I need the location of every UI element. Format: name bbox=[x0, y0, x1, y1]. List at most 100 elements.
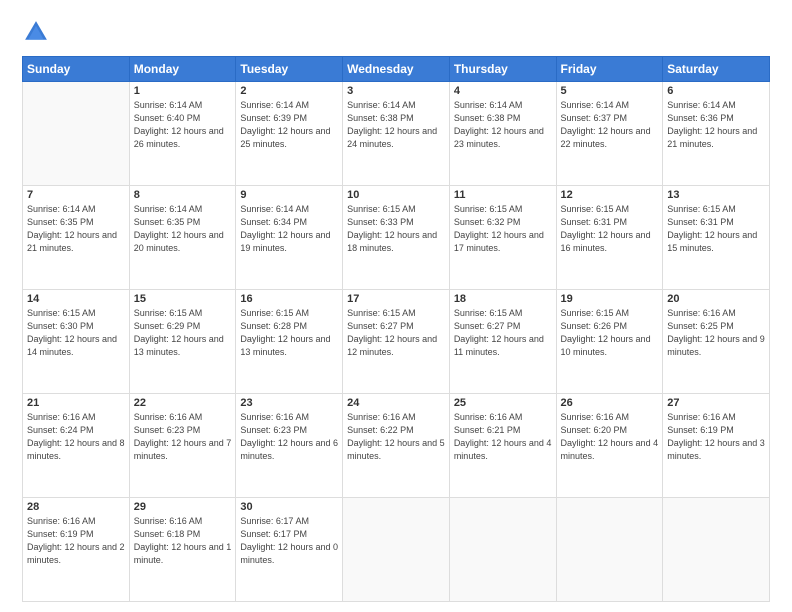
week-row-4: 28 Sunrise: 6:16 AMSunset: 6:19 PMDayligh… bbox=[23, 498, 770, 602]
day-info: Sunrise: 6:14 AMSunset: 6:34 PMDaylight:… bbox=[240, 203, 338, 255]
day-info: Sunrise: 6:14 AMSunset: 6:38 PMDaylight:… bbox=[347, 99, 445, 151]
calendar-cell bbox=[449, 498, 556, 602]
day-number: 17 bbox=[347, 293, 445, 305]
day-info: Sunrise: 6:14 AMSunset: 6:35 PMDaylight:… bbox=[134, 203, 232, 255]
day-info: Sunrise: 6:14 AMSunset: 6:38 PMDaylight:… bbox=[454, 99, 552, 151]
day-number: 28 bbox=[27, 501, 125, 513]
logo bbox=[22, 18, 54, 46]
page: SundayMondayTuesdayWednesdayThursdayFrid… bbox=[0, 0, 792, 612]
calendar-cell: 6 Sunrise: 6:14 AMSunset: 6:36 PMDaylight… bbox=[663, 82, 770, 186]
calendar-cell bbox=[23, 82, 130, 186]
calendar-cell: 14 Sunrise: 6:15 AMSunset: 6:30 PMDayligh… bbox=[23, 290, 130, 394]
day-info: Sunrise: 6:15 AMSunset: 6:31 PMDaylight:… bbox=[667, 203, 765, 255]
weekday-header-saturday: Saturday bbox=[663, 57, 770, 82]
calendar-cell: 27 Sunrise: 6:16 AMSunset: 6:19 PMDayligh… bbox=[663, 394, 770, 498]
day-info: Sunrise: 6:14 AMSunset: 6:39 PMDaylight:… bbox=[240, 99, 338, 151]
day-info: Sunrise: 6:15 AMSunset: 6:33 PMDaylight:… bbox=[347, 203, 445, 255]
day-info: Sunrise: 6:14 AMSunset: 6:35 PMDaylight:… bbox=[27, 203, 125, 255]
day-info: Sunrise: 6:16 AMSunset: 6:19 PMDaylight:… bbox=[27, 515, 125, 567]
calendar-cell: 8 Sunrise: 6:14 AMSunset: 6:35 PMDaylight… bbox=[129, 186, 236, 290]
day-info: Sunrise: 6:16 AMSunset: 6:21 PMDaylight:… bbox=[454, 411, 552, 463]
day-number: 12 bbox=[561, 189, 659, 201]
day-info: Sunrise: 6:16 AMSunset: 6:23 PMDaylight:… bbox=[240, 411, 338, 463]
calendar-cell: 23 Sunrise: 6:16 AMSunset: 6:23 PMDayligh… bbox=[236, 394, 343, 498]
week-row-1: 7 Sunrise: 6:14 AMSunset: 6:35 PMDaylight… bbox=[23, 186, 770, 290]
calendar-cell: 15 Sunrise: 6:15 AMSunset: 6:29 PMDayligh… bbox=[129, 290, 236, 394]
day-info: Sunrise: 6:17 AMSunset: 6:17 PMDaylight:… bbox=[240, 515, 338, 567]
day-info: Sunrise: 6:14 AMSunset: 6:36 PMDaylight:… bbox=[667, 99, 765, 151]
day-info: Sunrise: 6:14 AMSunset: 6:40 PMDaylight:… bbox=[134, 99, 232, 151]
day-number: 21 bbox=[27, 397, 125, 409]
day-number: 15 bbox=[134, 293, 232, 305]
day-info: Sunrise: 6:15 AMSunset: 6:30 PMDaylight:… bbox=[27, 307, 125, 359]
day-number: 27 bbox=[667, 397, 765, 409]
day-number: 24 bbox=[347, 397, 445, 409]
calendar-cell: 28 Sunrise: 6:16 AMSunset: 6:19 PMDayligh… bbox=[23, 498, 130, 602]
calendar-cell: 29Sunrise: 6:16 AMSunset: 6:18 PMDayligh… bbox=[129, 498, 236, 602]
weekday-header-friday: Friday bbox=[556, 57, 663, 82]
weekday-header-wednesday: Wednesday bbox=[343, 57, 450, 82]
weekday-header-monday: Monday bbox=[129, 57, 236, 82]
day-info: Sunrise: 6:16 AMSunset: 6:18 PMDaylight:… bbox=[134, 515, 232, 567]
calendar-cell: 16 Sunrise: 6:15 AMSunset: 6:28 PMDayligh… bbox=[236, 290, 343, 394]
day-number: 16 bbox=[240, 293, 338, 305]
day-number: 23 bbox=[240, 397, 338, 409]
day-number: 2 bbox=[240, 85, 338, 97]
weekday-header-tuesday: Tuesday bbox=[236, 57, 343, 82]
calendar-cell: 21Sunrise: 6:16 AMSunset: 6:24 PMDayligh… bbox=[23, 394, 130, 498]
calendar-cell: 3 Sunrise: 6:14 AMSunset: 6:38 PMDaylight… bbox=[343, 82, 450, 186]
day-number: 11 bbox=[454, 189, 552, 201]
logo-icon bbox=[22, 18, 50, 46]
day-info: Sunrise: 6:15 AMSunset: 6:29 PMDaylight:… bbox=[134, 307, 232, 359]
day-info: Sunrise: 6:15 AMSunset: 6:31 PMDaylight:… bbox=[561, 203, 659, 255]
calendar-cell: 2 Sunrise: 6:14 AMSunset: 6:39 PMDaylight… bbox=[236, 82, 343, 186]
day-number: 10 bbox=[347, 189, 445, 201]
calendar-cell: 20 Sunrise: 6:16 AMSunset: 6:25 PMDayligh… bbox=[663, 290, 770, 394]
day-number: 19 bbox=[561, 293, 659, 305]
day-info: Sunrise: 6:16 AMSunset: 6:22 PMDaylight:… bbox=[347, 411, 445, 463]
day-number: 20 bbox=[667, 293, 765, 305]
calendar-cell: 25 Sunrise: 6:16 AMSunset: 6:21 PMDayligh… bbox=[449, 394, 556, 498]
day-number: 1 bbox=[134, 85, 232, 97]
day-number: 30 bbox=[240, 501, 338, 513]
calendar-cell: 12 Sunrise: 6:15 AMSunset: 6:31 PMDayligh… bbox=[556, 186, 663, 290]
day-info: Sunrise: 6:15 AMSunset: 6:27 PMDaylight:… bbox=[347, 307, 445, 359]
calendar-cell: 4 Sunrise: 6:14 AMSunset: 6:38 PMDaylight… bbox=[449, 82, 556, 186]
calendar-cell: 22 Sunrise: 6:16 AMSunset: 6:23 PMDayligh… bbox=[129, 394, 236, 498]
calendar-cell: 9 Sunrise: 6:14 AMSunset: 6:34 PMDaylight… bbox=[236, 186, 343, 290]
day-number: 25 bbox=[454, 397, 552, 409]
day-info: Sunrise: 6:14 AMSunset: 6:37 PMDaylight:… bbox=[561, 99, 659, 151]
day-info: Sunrise: 6:16 AMSunset: 6:19 PMDaylight:… bbox=[667, 411, 765, 463]
day-number: 7 bbox=[27, 189, 125, 201]
day-number: 3 bbox=[347, 85, 445, 97]
calendar-cell: 1 Sunrise: 6:14 AMSunset: 6:40 PMDaylight… bbox=[129, 82, 236, 186]
day-number: 22 bbox=[134, 397, 232, 409]
day-number: 8 bbox=[134, 189, 232, 201]
day-info: Sunrise: 6:16 AMSunset: 6:25 PMDaylight:… bbox=[667, 307, 765, 359]
day-info: Sunrise: 6:15 AMSunset: 6:28 PMDaylight:… bbox=[240, 307, 338, 359]
calendar-cell: 13 Sunrise: 6:15 AMSunset: 6:31 PMDayligh… bbox=[663, 186, 770, 290]
day-number: 4 bbox=[454, 85, 552, 97]
day-number: 14 bbox=[27, 293, 125, 305]
weekday-header-thursday: Thursday bbox=[449, 57, 556, 82]
calendar-cell: 26Sunrise: 6:16 AMSunset: 6:20 PMDayligh… bbox=[556, 394, 663, 498]
calendar-cell: 19 Sunrise: 6:15 AMSunset: 6:26 PMDayligh… bbox=[556, 290, 663, 394]
calendar-cell: 10 Sunrise: 6:15 AMSunset: 6:33 PMDayligh… bbox=[343, 186, 450, 290]
calendar-table: SundayMondayTuesdayWednesdayThursdayFrid… bbox=[22, 56, 770, 602]
calendar-cell bbox=[556, 498, 663, 602]
day-number: 9 bbox=[240, 189, 338, 201]
calendar-cell: 11Sunrise: 6:15 AMSunset: 6:32 PMDayligh… bbox=[449, 186, 556, 290]
header bbox=[22, 18, 770, 46]
calendar-cell: 17 Sunrise: 6:15 AMSunset: 6:27 PMDayligh… bbox=[343, 290, 450, 394]
calendar-cell: 5Sunrise: 6:14 AMSunset: 6:37 PMDaylight… bbox=[556, 82, 663, 186]
week-row-3: 21Sunrise: 6:16 AMSunset: 6:24 PMDayligh… bbox=[23, 394, 770, 498]
day-number: 6 bbox=[667, 85, 765, 97]
day-number: 26 bbox=[561, 397, 659, 409]
calendar-cell: 7 Sunrise: 6:14 AMSunset: 6:35 PMDaylight… bbox=[23, 186, 130, 290]
calendar-cell bbox=[343, 498, 450, 602]
calendar-cell: 18Sunrise: 6:15 AMSunset: 6:27 PMDayligh… bbox=[449, 290, 556, 394]
day-info: Sunrise: 6:15 AMSunset: 6:26 PMDaylight:… bbox=[561, 307, 659, 359]
day-number: 13 bbox=[667, 189, 765, 201]
day-info: Sunrise: 6:15 AMSunset: 6:27 PMDaylight:… bbox=[454, 307, 552, 359]
day-info: Sunrise: 6:16 AMSunset: 6:23 PMDaylight:… bbox=[134, 411, 232, 463]
